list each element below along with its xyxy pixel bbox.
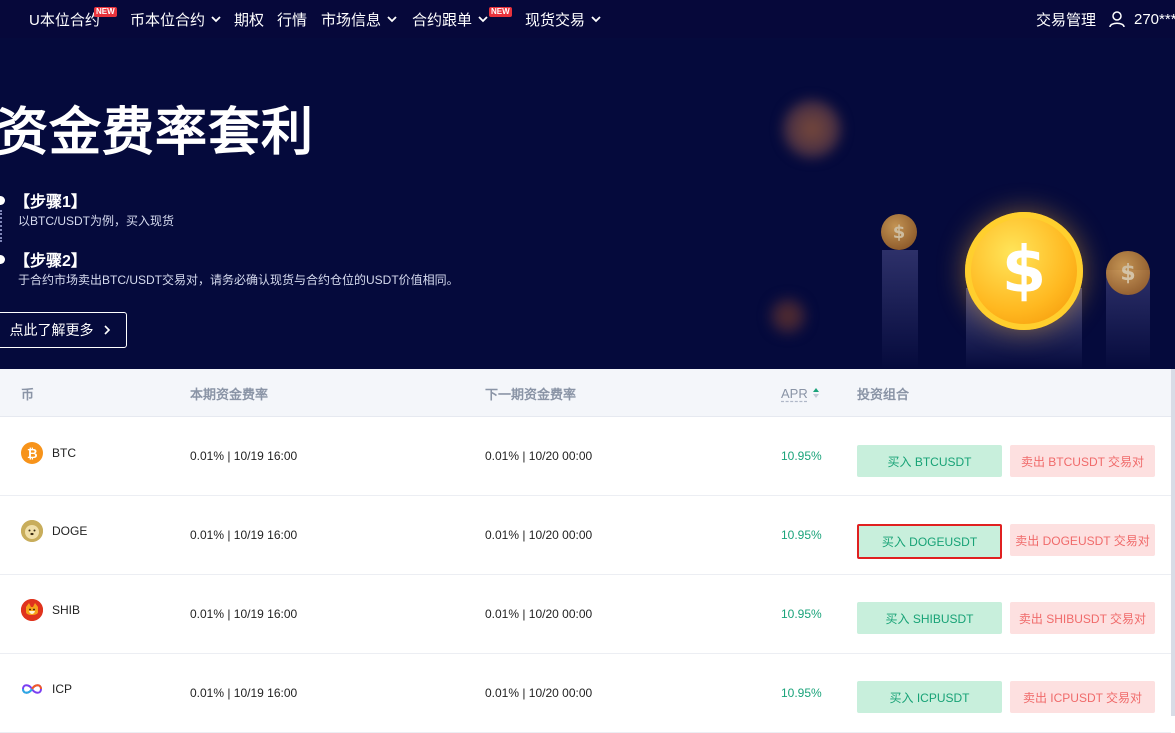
next-rate-cell: 0.01% | 10/20 00:00 (485, 686, 593, 700)
user-icon (1109, 11, 1125, 28)
coin-symbol: $ (892, 221, 906, 243)
nav-item-label: 市场信息 (321, 11, 382, 29)
current-rate-cell: 0.01% | 10/19 16:00 (190, 528, 298, 542)
nav-item-market-info[interactable]: 市场信息 (321, 0, 398, 38)
chevron-down-icon (387, 16, 397, 23)
new-badge: NEW (94, 7, 117, 17)
buy-button[interactable]: 买入 DOGEUSDT (857, 524, 1002, 559)
user-account[interactable]: 270**** (1108, 0, 1175, 38)
coin-symbol: $ (1120, 260, 1136, 286)
btc-icon: ₿ (21, 442, 43, 464)
sell-button[interactable]: 卖出 DOGEUSDT 交易对 (1010, 524, 1155, 556)
next-rate-cell: 0.01% | 10/20 00:00 (485, 449, 593, 463)
nav-item-label: 现货交易 (525, 11, 586, 29)
coin-name: BTC (52, 446, 76, 460)
light-pillar (882, 250, 918, 369)
learn-more-label: 点此了解更多 (9, 322, 94, 338)
scrollbar[interactable] (1171, 369, 1175, 716)
nav-item-label: 交易管理 (1036, 11, 1097, 29)
doge-icon (21, 520, 43, 542)
table-row: SHIB 0.01% | 10/19 16:00 0.01% | 10/20 0… (0, 575, 1171, 654)
table-row: ₿ BTC 0.01% | 10/19 16:00 0.01% | 10/20 … (0, 417, 1171, 496)
column-header-coin: 币 (21, 369, 34, 417)
new-badge: NEW (489, 7, 512, 17)
step-description: 于合约市场卖出BTC/USDT交易对，请务必确认现货与合约仓位的USDT价值相同… (18, 273, 459, 287)
coin-cell: ICP (21, 678, 72, 700)
apr-cell: 10.95% (781, 686, 822, 700)
chevron-down-icon (591, 16, 601, 23)
column-header-current-rate: 本期资金费率 (190, 369, 268, 417)
page-title: 资金费率套利 (0, 104, 315, 162)
shib-icon (21, 599, 43, 621)
table-row: ICP 0.01% | 10/19 16:00 0.01% | 10/20 00… (0, 654, 1171, 733)
coin-name: DOGE (52, 524, 88, 538)
nav-item-copy-trading[interactable]: 合约跟单 (412, 0, 489, 38)
column-header-apr[interactable]: APR (781, 369, 820, 417)
next-rate-cell: 0.01% | 10/20 00:00 (485, 528, 593, 542)
bullet-dot (0, 255, 5, 264)
coin-symbol: $ (1001, 234, 1047, 308)
dollar-coin-icon: $ (965, 212, 1083, 330)
dollar-coin-icon: $ (1106, 251, 1150, 295)
buy-button[interactable]: 买入 ICPUSDT (857, 681, 1002, 713)
nav-item-spot-trading[interactable]: 现货交易 (525, 0, 602, 38)
column-header-label: 投资组合 (857, 386, 910, 402)
blurred-coin-decoration (783, 100, 841, 158)
icp-icon (21, 678, 43, 700)
coin-name: ICP (52, 682, 73, 696)
column-header-portfolio: 投资组合 (857, 369, 909, 417)
bullet-dot (0, 196, 5, 205)
chevron-down-icon (478, 16, 488, 23)
nav-item-label: 币本位合约 (130, 11, 206, 29)
svg-text:₿: ₿ (27, 447, 38, 460)
nav-item-coin-futures[interactable]: 币本位合约 (130, 0, 222, 38)
apr-cell: 10.95% (781, 449, 822, 463)
top-navigation: U本位合约 NEW 币本位合约 期权 行情 市场信息 合约跟单 NEW 现货交易… (0, 0, 1175, 38)
current-rate-cell: 0.01% | 10/19 16:00 (190, 607, 298, 621)
step-description: 以BTC/USDT为例，买入现货 (18, 214, 175, 228)
column-header-label: 币 (21, 386, 35, 402)
apr-cell: 10.95% (781, 528, 822, 542)
column-header-label: 下一期资金费率 (485, 386, 577, 402)
step-connector (0, 210, 2, 242)
table-row: DOGE 0.01% | 10/19 16:00 0.01% | 10/20 0… (0, 496, 1171, 575)
buy-button[interactable]: 买入 BTCUSDT (857, 445, 1002, 477)
coin-cell: DOGE (21, 520, 87, 542)
coin-name: SHIB (52, 603, 81, 617)
sell-button[interactable]: 卖出 BTCUSDT 交易对 (1010, 445, 1155, 477)
chevron-right-icon (103, 325, 110, 335)
chevron-down-icon (211, 16, 221, 23)
dollar-coin-icon: $ (881, 214, 917, 250)
blurred-coin-decoration (770, 298, 806, 334)
column-header-label: 本期资金费率 (190, 386, 269, 402)
step-title: 【步骤2】 (14, 253, 87, 270)
apr-cell: 10.95% (781, 607, 822, 621)
current-rate-cell: 0.01% | 10/19 16:00 (190, 449, 298, 463)
nav-item-label: 合约跟单 (412, 11, 473, 29)
nav-item-options[interactable]: 期权 (234, 0, 264, 38)
nav-item-label: U本位合约 (29, 11, 100, 29)
nav-item-label: 期权 (234, 11, 265, 29)
nav-item-markets[interactable]: 行情 (277, 0, 307, 38)
sell-button[interactable]: 卖出 ICPUSDT 交易对 (1010, 681, 1155, 713)
sell-button[interactable]: 卖出 SHIBUSDT 交易对 (1010, 602, 1155, 634)
nav-item-usdt-futures[interactable]: U本位合约 (29, 0, 100, 38)
current-rate-cell: 0.01% | 10/19 16:00 (190, 686, 298, 700)
nav-item-trade-management[interactable]: 交易管理 (1036, 0, 1096, 38)
coin-cell: ₿ BTC (21, 442, 76, 464)
step-title: 【步骤1】 (14, 194, 87, 211)
user-id: 270**** (1134, 10, 1175, 28)
hero-banner: 资金费率套利 【步骤1】 以BTC/USDT为例，买入现货 【步骤2】 于合约市… (0, 38, 1175, 369)
nav-item-label: 行情 (277, 11, 308, 29)
table-header: 币 本期资金费率 下一期资金费率 APR 投资组合 (0, 369, 1171, 417)
column-header-label: APR (781, 385, 808, 401)
buy-button[interactable]: 买入 SHIBUSDT (857, 602, 1002, 634)
column-header-next-rate: 下一期资金费率 (485, 369, 576, 417)
learn-more-button[interactable]: 点此了解更多 (0, 312, 127, 348)
sort-icon[interactable] (812, 387, 820, 399)
next-rate-cell: 0.01% | 10/20 00:00 (485, 607, 593, 621)
coin-cell: SHIB (21, 599, 80, 621)
